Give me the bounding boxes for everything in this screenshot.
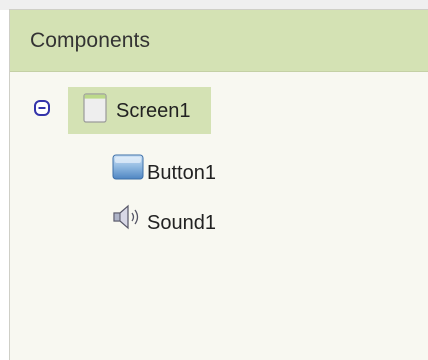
tree-node-screen1[interactable]: Screen1: [68, 87, 211, 134]
button-icon: [112, 153, 144, 181]
sound-icon: [111, 202, 145, 232]
tree-node-label: Screen1: [116, 100, 191, 122]
screen-icon: [83, 93, 107, 123]
tree-node-sound1[interactable]: Sound1: [110, 202, 250, 236]
components-panel: Components Screen1 Button1 Sound1: [9, 9, 428, 360]
collapse-minus-icon[interactable]: [34, 100, 50, 116]
component-tree: Screen1 Button1 Sound1: [10, 72, 428, 360]
panel-header: Components: [10, 10, 428, 72]
tree-node-button1[interactable]: Button1: [110, 152, 250, 186]
tree-node-label: Button1: [147, 162, 216, 184]
tree-node-label: Sound1: [147, 212, 216, 234]
panel-title: Components: [30, 28, 151, 52]
